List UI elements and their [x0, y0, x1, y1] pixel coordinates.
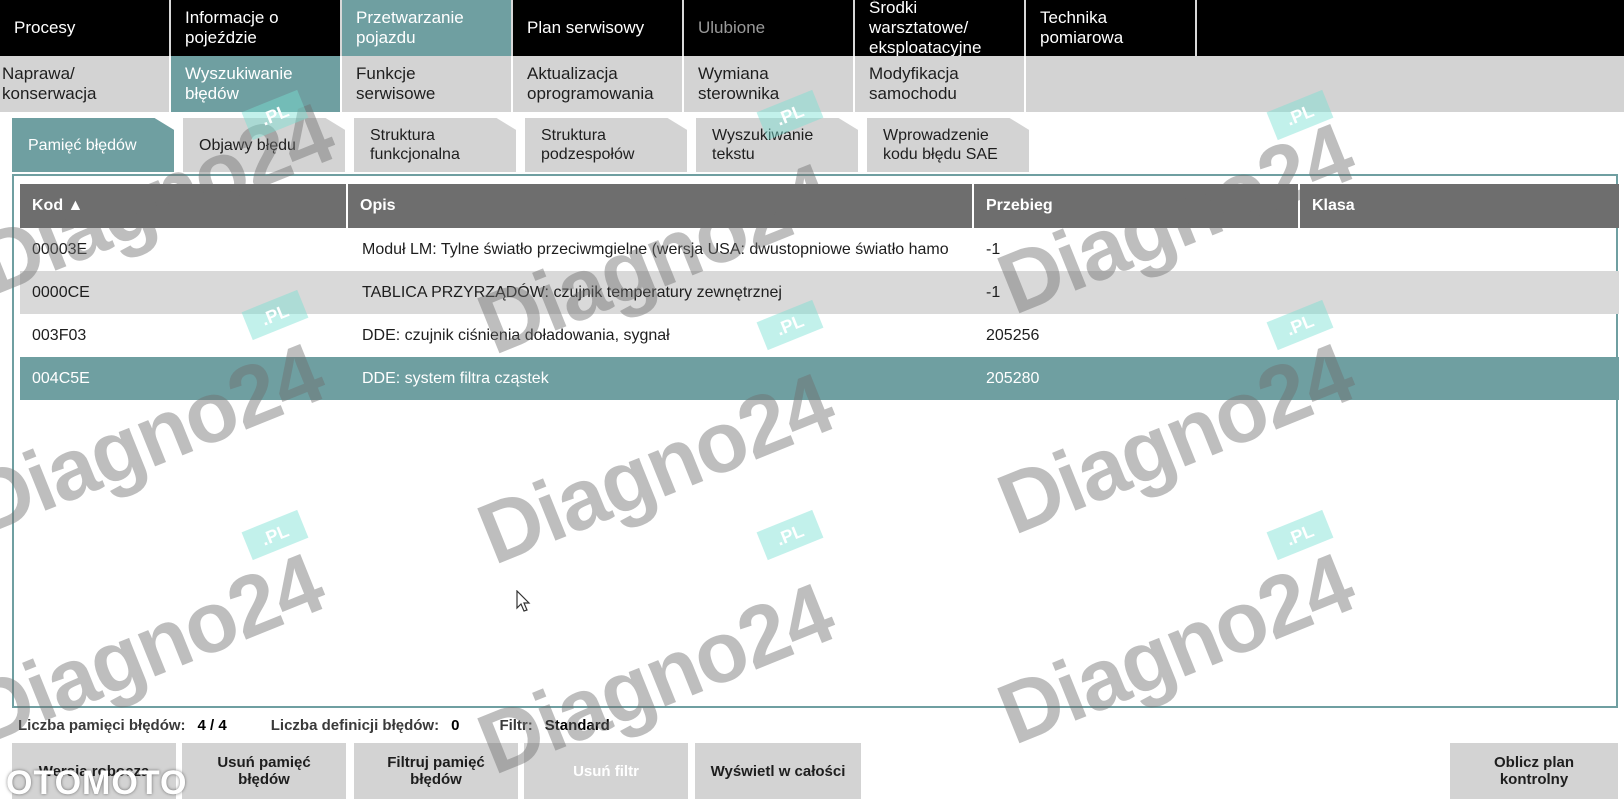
cell-przebieg: 205280 [986, 369, 1040, 387]
tab-struktura-podzespolow[interactable]: Struktura podzespołów [525, 118, 687, 172]
mouse-cursor-icon [516, 590, 531, 612]
subnav-tab-label: Wyszukiwanie błędów [185, 64, 293, 103]
main-navigation: Procesy Informacje o pojeździe Przetwarz… [0, 0, 1624, 56]
table-row-selected[interactable]: 004C5E DDE: system filtra cząstek 205280 [20, 357, 1619, 400]
nav-tab-label: Środki warsztatowe/ eksploatacyjne [869, 0, 982, 56]
tab-label: Struktura podzespołów [541, 127, 635, 163]
subnav-tab-label: Wymiana sterownika [698, 64, 780, 103]
tab-label: Struktura funkcjonalna [370, 127, 460, 163]
diagnostic-app-window: Procesy Informacje o pojeździe Przetwarz… [0, 0, 1624, 802]
working-version-button[interactable]: Wersja robocza [12, 743, 176, 799]
subnav-tab-label: Modyfikacja samochodu [869, 64, 959, 103]
column-header-opis[interactable]: Opis [348, 184, 974, 228]
nav-tab-srodki-warsztatowe[interactable]: Środki warsztatowe/ eksploatacyjne [855, 0, 1026, 56]
subnav-tab-label: Funkcje serwisowe [356, 64, 436, 103]
nav-tab-procesy[interactable]: Procesy [0, 0, 171, 56]
column-header-kod[interactable]: Kod ▲ [20, 184, 348, 228]
cell-przebieg: 205256 [986, 326, 1040, 344]
delete-fault-memory-button[interactable]: Usuń pamięć błędów [182, 743, 346, 799]
nav-tab-technika-pomiarowa[interactable]: Technika pomiarowa [1026, 0, 1197, 56]
tab-label: Wyszukiwanie tekstu [712, 127, 814, 163]
cell-opis: TABLICA PRZYRZĄDÓW: czujnik temperatury … [362, 283, 782, 301]
subnav-tab-wymiana-sterownika[interactable]: Wymiana sterownika [684, 56, 855, 112]
cell-kod: 004C5E [32, 369, 90, 387]
table-row[interactable]: 00003E Moduł LM: Tylne światło przeciwmg… [20, 228, 1619, 271]
cell-opis: DDE: czujnik ciśnienia doładowania, sygn… [362, 326, 670, 344]
filter-fault-memory-button[interactable]: Filtruj pamięć błędów [354, 743, 518, 799]
column-header-klasa[interactable]: Klasa [1300, 184, 1619, 228]
nav-tab-informacje-o-pojezdzie[interactable]: Informacje o pojeździe [171, 0, 342, 56]
cell-kod: 00003E [32, 240, 88, 258]
cell-opis: Moduł LM: Tylne światło przeciwmgielne (… [362, 240, 949, 258]
cell-klasa [1300, 357, 1619, 400]
subnav-tab-label: Naprawa/ konserwacja [2, 64, 97, 103]
calculate-test-plan-button[interactable]: Oblicz plan kontrolny [1450, 743, 1618, 799]
cell-przebieg: -1 [986, 283, 1001, 301]
tab-objawy-bledu[interactable]: Objawy błędu [183, 118, 345, 172]
fault-count-label: Liczba pamięci błędów: [18, 716, 186, 734]
nav-tab-label: Technika pomiarowa [1040, 8, 1124, 47]
column-header-label: Przebieg [986, 197, 1053, 214]
column-header-label: Kod ▲ [32, 197, 84, 214]
definition-count-value: 0 [451, 716, 460, 734]
nav-tab-plan-serwisowy[interactable]: Plan serwisowy [513, 0, 684, 56]
filter-value: Standard [544, 716, 610, 734]
column-header-label: Opis [360, 197, 396, 214]
table-row[interactable]: 0000CE TABLICA PRZYRZĄDÓW: czujnik tempe… [20, 271, 1619, 314]
subnav-filler [1026, 56, 1624, 112]
tab-pamiec-bledow[interactable]: Pamięć błędów [12, 118, 174, 172]
subnav-tab-wyszukiwanie-bledow[interactable]: Wyszukiwanie błędów [171, 56, 342, 112]
tab-label: Pamięć błędów [28, 136, 137, 154]
nav-tab-label: Procesy [14, 18, 76, 37]
filter-label: Filtr: [499, 716, 533, 734]
fault-count-value: 4 / 4 [197, 716, 227, 734]
cell-kod: 003F03 [32, 326, 87, 344]
show-all-button[interactable]: Wyświetl w całości [695, 743, 861, 799]
tab-wprowadzenie-kodu-sae[interactable]: Wprowadzenie kodu błędu SAE [867, 118, 1029, 172]
fault-memory-panel: Kod ▲ Opis Przebieg Klasa 00003E Moduł L… [12, 174, 1619, 708]
cell-klasa [1300, 271, 1619, 314]
fault-table: Kod ▲ Opis Przebieg Klasa 00003E Moduł L… [20, 184, 1619, 400]
subnav-tab-aktualizacja-oprogramowania[interactable]: Aktualizacja oprogramowania [513, 56, 684, 112]
subnav-tab-naprawa-konserwacja[interactable]: Naprawa/ konserwacja [0, 56, 171, 112]
table-header: Kod ▲ Opis Przebieg Klasa [20, 184, 1619, 228]
cell-przebieg: -1 [986, 240, 1001, 258]
cell-kod: 0000CE [32, 283, 90, 301]
tab-label: Objawy błędu [199, 136, 296, 154]
nav-tab-label: Plan serwisowy [527, 18, 645, 37]
fault-tabs: Pamięć błędów Objawy błędu Struktura fun… [12, 118, 1038, 172]
table-row[interactable]: 003F03 DDE: czujnik ciśnienia doładowani… [20, 314, 1619, 357]
nav-tab-ulubione[interactable]: Ulubione [684, 0, 855, 56]
cell-klasa [1300, 228, 1619, 271]
subnav-tab-modyfikacja-samochodu[interactable]: Modyfikacja samochodu [855, 56, 1026, 112]
nav-tab-label: Ulubione [698, 18, 766, 37]
status-bar: Liczba pamięci błędów: 4 / 4 Liczba defi… [18, 715, 610, 735]
tab-wyszukiwanie-tekstu[interactable]: Wyszukiwanie tekstu [696, 118, 858, 172]
definition-count-label: Liczba definicji błędów: [270, 716, 440, 734]
column-header-przebieg[interactable]: Przebieg [974, 184, 1300, 228]
tab-struktura-funkcjonalna[interactable]: Struktura funkcjonalna [354, 118, 516, 172]
nav-tab-label: Informacje o pojeździe [185, 8, 279, 47]
column-header-label: Klasa [1312, 197, 1355, 214]
sub-navigation: Naprawa/ konserwacja Wyszukiwanie błędów… [0, 56, 1624, 112]
cell-klasa [1300, 314, 1619, 357]
cell-opis: DDE: system filtra cząstek [362, 369, 549, 387]
subnav-tab-label: Aktualizacja oprogramowania [527, 64, 654, 103]
nav-tab-przetwarzanie-pojazdu[interactable]: Przetwarzanie pojazdu [342, 0, 513, 56]
subnav-tab-funkcje-serwisowe[interactable]: Funkcje serwisowe [342, 56, 513, 112]
tab-label: Wprowadzenie kodu błędu SAE [883, 127, 998, 163]
nav-tab-label: Przetwarzanie pojazdu [356, 8, 464, 47]
remove-filter-button[interactable]: Usuń filtr [524, 743, 688, 799]
